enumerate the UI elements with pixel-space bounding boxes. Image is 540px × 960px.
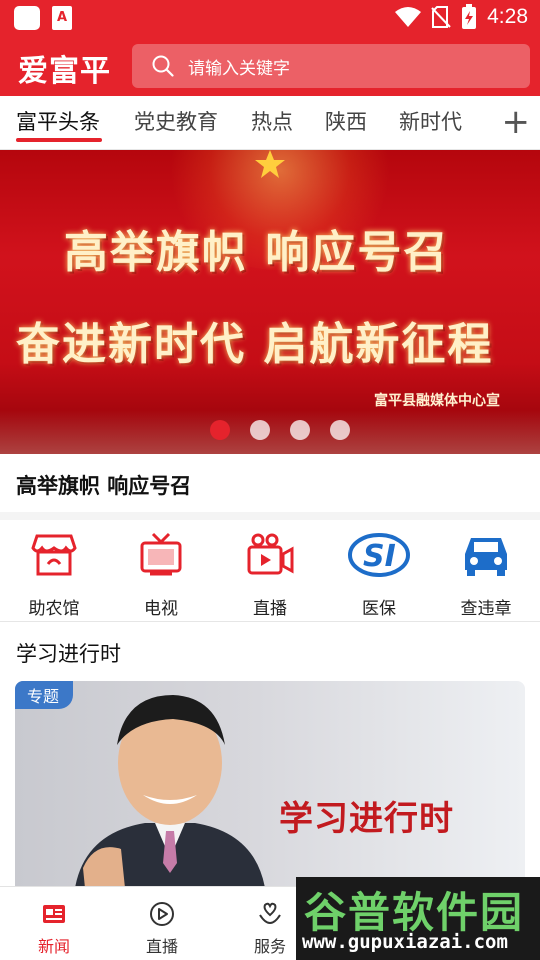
portrait-image (75, 695, 265, 886)
nav-news[interactable]: 新闻 (14, 901, 94, 957)
category-tabs: 富平头条 党史教育 热点 陕西 新时代 + (0, 96, 540, 150)
carousel-dot[interactable] (250, 420, 270, 440)
banner-caption[interactable]: 高举旗帜 响应号召 (0, 454, 540, 512)
service-tv[interactable]: 电视 (116, 532, 206, 619)
service-label: 医保 (362, 599, 396, 619)
banner-carousel[interactable]: 高举旗帜 响应号召 奋进新时代 启航新征程 富平县融媒体中心宣 (0, 150, 540, 454)
tab-shaanxi[interactable]: 陕西 (325, 106, 367, 136)
watermark-url: www.gupuxiazai.com (302, 931, 508, 953)
add-channel-icon[interactable]: + (502, 102, 531, 142)
service-traffic-violation[interactable]: 查违章 (441, 532, 531, 619)
nav-live[interactable]: 直播 (122, 901, 202, 957)
search-bar[interactable]: 请输入关键字 (132, 44, 530, 88)
tab-party-history[interactable]: 党史教育 (134, 106, 218, 136)
tab-headlines[interactable]: 富平头条 (16, 106, 100, 136)
tab-hot[interactable]: 热点 (251, 106, 293, 136)
active-tab-indicator (16, 138, 102, 142)
service-label: 直播 (253, 599, 287, 619)
service-medical-insurance[interactable]: SI 医保 (334, 532, 424, 619)
star-emblem-icon (255, 150, 285, 178)
service-label: 查违章 (460, 599, 512, 619)
tv-icon (140, 532, 182, 576)
battery-charging-icon (462, 4, 477, 29)
status-bar: A 4:28 (0, 0, 540, 36)
study-section: 学习进行时 专题 学习进行时 (0, 622, 540, 886)
storefront-icon (31, 534, 77, 576)
notification-icon (14, 6, 40, 30)
search-icon (152, 55, 174, 77)
banner-headline-1: 高举旗帜 响应号召 (64, 227, 450, 278)
service-label: 助农馆 (28, 599, 80, 619)
carousel-dot[interactable] (290, 420, 310, 440)
carousel-dot[interactable] (210, 420, 230, 440)
tab-new-era[interactable]: 新时代 (399, 106, 462, 136)
service-grid: 助农馆 电视 直播 SI 医保 查违章 (0, 520, 540, 622)
service-live[interactable]: 直播 (225, 532, 315, 619)
feature-title: 学习进行时 (279, 799, 454, 839)
app-header: 爱富平 请输入关键字 (0, 36, 540, 96)
search-placeholder: 请输入关键字 (188, 58, 290, 79)
svg-text:SI: SI (363, 539, 396, 574)
carousel-dot[interactable] (330, 420, 350, 440)
carousel-dots (210, 420, 350, 440)
nav-label: 新闻 (37, 937, 70, 956)
site-watermark: 谷普软件园 www.gupuxiazai.com (296, 877, 540, 960)
app-notification-icon: A (52, 6, 72, 30)
service-label: 电视 (144, 599, 178, 619)
no-sim-icon (431, 6, 451, 28)
banner-headline-2: 奋进新时代 启航新征程 (16, 319, 494, 370)
play-icon (150, 902, 174, 926)
car-icon (465, 538, 507, 576)
banner-credit: 富平县融媒体中心宣 (374, 393, 500, 409)
clock: 4:28 (487, 5, 528, 28)
app-logo: 爱富平 (18, 54, 111, 89)
service-farm-store[interactable]: 助农馆 (9, 532, 99, 619)
section-title: 学习进行时 (16, 642, 121, 666)
video-camera-icon (247, 533, 294, 575)
feature-card[interactable]: 专题 学习进行时 (15, 681, 525, 886)
banner-caption-text: 高举旗帜 响应号召 (16, 474, 192, 498)
nav-label: 直播 (145, 937, 178, 956)
wifi-icon (395, 7, 422, 27)
news-icon (43, 905, 65, 923)
heart-hand-icon (259, 902, 281, 925)
social-insurance-icon: SI (348, 533, 410, 577)
